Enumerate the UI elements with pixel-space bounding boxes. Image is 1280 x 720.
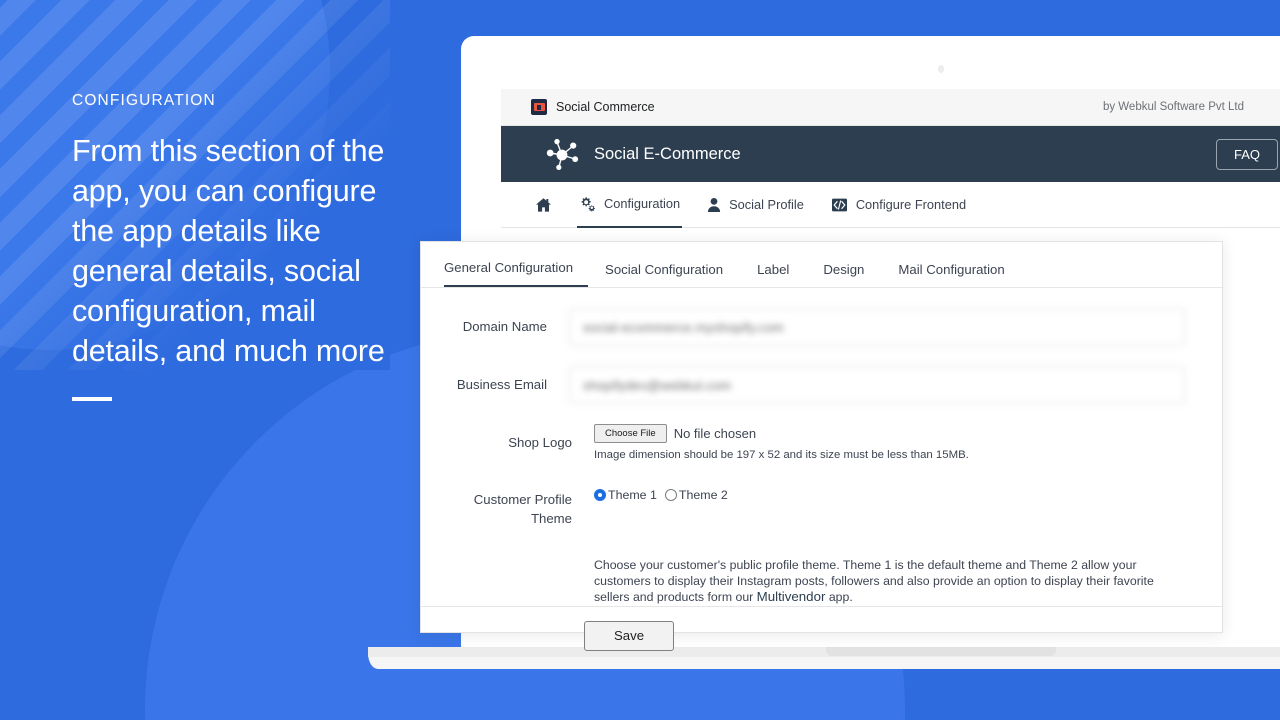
radio-theme-1-indicator[interactable] [594, 489, 606, 501]
business-email-label: Business Email [456, 377, 547, 392]
promo-eyebrow: CONFIGURATION [72, 92, 216, 109]
theme-description: Choose your customer's public profile th… [594, 558, 1194, 606]
form-row-shop-logo: Shop Logo Choose File No file chosen Ima… [444, 424, 1210, 461]
webcam-dot-icon [938, 65, 944, 73]
configuration-card: General Configuration Social Configurati… [420, 241, 1223, 651]
app-vendor-credit: by Webkul Software Pvt Ltd [1102, 101, 1244, 113]
promo-underline-rule [72, 397, 112, 401]
multivendor-link[interactable]: Multivendor [757, 589, 826, 604]
form-row-domain-name: Domain Name [444, 308, 1210, 346]
radio-theme-1-label: Theme 1 [608, 488, 657, 502]
radio-theme-2-label: Theme 2 [678, 488, 728, 502]
shop-logo-hint: Image dimension should be 197 x 52 and i… [594, 449, 969, 461]
nav-item-configure-frontend[interactable]: Configure Frontend [829, 182, 968, 228]
tab-social-configuration[interactable]: Social Configuration [588, 262, 740, 287]
brand-logo-group: Social E-Commerce [501, 136, 741, 172]
shop-logo-label: Shop Logo [508, 435, 572, 450]
nav-item-home[interactable] [533, 182, 554, 228]
tab-mail-configuration[interactable]: Mail Configuration [881, 262, 1021, 287]
domain-name-label: Domain Name [462, 319, 547, 334]
tab-general-configuration[interactable]: General Configuration [444, 260, 589, 287]
app-branding: Social Commerce [501, 99, 655, 115]
theme-description-part2: app. [825, 590, 853, 605]
radio-theme-2[interactable]: Theme 2 [664, 488, 728, 502]
brand-bar: Social E-Commerce FAQ [501, 126, 1280, 182]
form-row-customer-profile-theme: Customer Profile Theme Theme 1 Theme 2 [444, 481, 1210, 528]
promo-headline: From this section of the app, you can co… [72, 134, 385, 368]
radio-theme-2-indicator[interactable] [664, 489, 677, 501]
card-tab-bar: General Configuration Social Configurati… [421, 242, 1222, 288]
business-email-input[interactable] [569, 366, 1185, 404]
faq-button[interactable]: FAQ [1215, 138, 1278, 170]
nav-item-configure-frontend-label: Configure Frontend [855, 197, 967, 212]
promo-copy: CONFIGURATION From this section of the a… [72, 92, 402, 401]
domain-name-input[interactable] [569, 308, 1185, 346]
social-commerce-app-icon [531, 99, 547, 115]
code-icon [831, 197, 848, 213]
nav-item-social-profile-label: Social Profile [729, 197, 804, 212]
person-icon [707, 197, 721, 213]
customer-profile-theme-label: Customer Profile Theme [473, 492, 572, 526]
card-footer: Save [421, 605, 1222, 665]
tab-label[interactable]: Label [740, 262, 806, 287]
app-top-bar: Social Commerce by Webkul Software Pvt L… [501, 89, 1280, 126]
theme-description-part1: Choose your customer's public profile th… [594, 558, 1154, 605]
nav-item-configuration-label: Configuration [604, 196, 681, 211]
radio-theme-1[interactable]: Theme 1 [594, 488, 657, 502]
choose-file-button[interactable]: Choose File [594, 424, 667, 443]
card-body: Domain Name Business Email Shop Logo Cho… [421, 288, 1222, 606]
network-nodes-icon [542, 136, 582, 172]
theme-radio-group: Theme 1 Theme 2 [594, 481, 1185, 502]
app-navbar: Configuration Social Profile Configure F… [501, 182, 1280, 228]
no-file-chosen-text: No file chosen [673, 426, 757, 441]
save-button[interactable]: Save [584, 620, 674, 651]
nav-item-social-profile[interactable]: Social Profile [705, 182, 806, 228]
tab-design[interactable]: Design [806, 262, 881, 287]
home-icon [535, 197, 552, 213]
brand-name: Social E-Commerce [594, 144, 741, 163]
app-title: Social Commerce [556, 100, 655, 114]
nav-item-configuration[interactable]: Configuration [577, 182, 683, 228]
gears-icon [579, 196, 596, 212]
form-row-business-email: Business Email [444, 366, 1210, 404]
